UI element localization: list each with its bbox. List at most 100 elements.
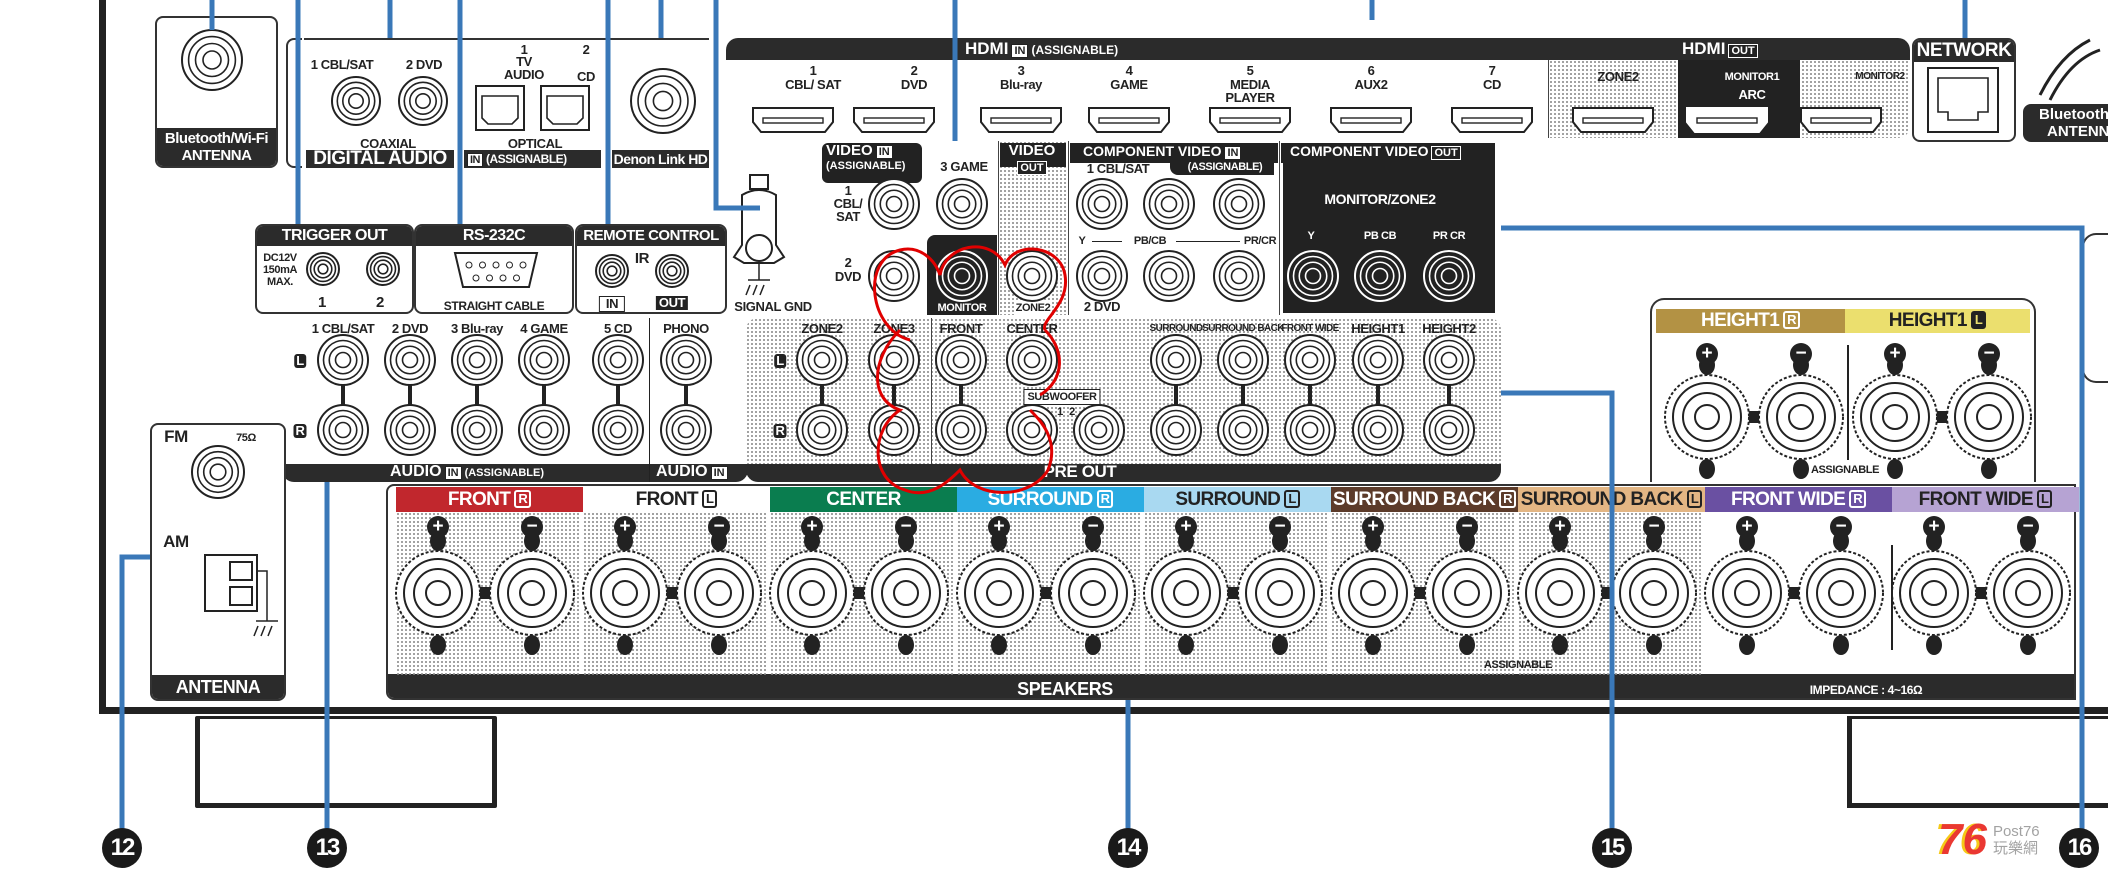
video-in2-label: DVD	[834, 269, 862, 284]
speaker-group-label: FRONT	[447, 489, 511, 510]
audio-in-column-label: 2 DVD	[391, 321, 429, 336]
in-badge: IN	[467, 153, 483, 167]
ground-icon	[745, 262, 770, 296]
speaker-group-area	[396, 512, 579, 676]
speaker-group-header: SURROUND R	[957, 487, 1144, 512]
trigger-port-1: 1	[318, 294, 326, 311]
side-badge: R	[1499, 490, 1516, 508]
video-in1-label-b: SAT	[836, 209, 860, 224]
speaker-group-label: CENTER	[826, 489, 901, 510]
speaker-group-area	[957, 512, 1140, 676]
hdmi-in-port-num: 3	[1017, 63, 1025, 78]
speaker-group-area	[583, 512, 766, 676]
side-badge: L	[1686, 490, 1703, 508]
plus-icon: +	[427, 516, 449, 538]
hdmi-in-title: HDMI IN (ASSIGNABLE)	[965, 39, 1118, 60]
left-foot	[195, 716, 497, 808]
audio-in-column-label: 1 CBL/SAT	[311, 321, 375, 336]
watermark-text: Post76	[1992, 823, 2040, 840]
network-label: NETWORK	[1914, 40, 2014, 62]
pre-out-column-label: ZONE3	[873, 321, 915, 336]
side-badge: L	[1284, 490, 1300, 508]
minus-icon: −	[1830, 516, 1852, 538]
hdmi-in-port-label: GAME	[1110, 77, 1148, 92]
pre-out-column-label: FRONT WIDE	[1281, 323, 1339, 334]
ir-label: IR	[634, 250, 650, 267]
assignable-label: (ASSIGNABLE)	[486, 152, 567, 166]
in-badge: IN	[875, 145, 893, 159]
speaker-group-header: SURROUND BACK R	[1331, 487, 1518, 512]
watermark-text-2: 玩樂網	[1992, 840, 2038, 857]
minus-icon: −	[1978, 343, 2000, 365]
hdmi-in-port-num: 2	[910, 63, 918, 78]
audio-in-footer: AUDIO IN (ASSIGNABLE)	[390, 463, 544, 482]
trigger-spec-2: 150mA	[262, 264, 298, 276]
optical-1-label-b: AUDIO	[504, 67, 544, 82]
callout-15: 15	[1592, 828, 1632, 868]
right-side-panel	[2082, 233, 2108, 383]
speakers-footer: SPEAKERS	[1017, 679, 1113, 699]
minus-icon: −	[708, 516, 730, 538]
fm-ohm-label: 75Ω	[236, 432, 256, 444]
minus-icon: −	[1269, 516, 1291, 538]
minus-icon: −	[521, 516, 543, 538]
component-out-pb: PB CB	[1363, 230, 1397, 242]
speaker-group-header: CENTER	[770, 487, 957, 512]
bt-antenna-label-2: ANTENNA	[181, 147, 252, 164]
component-out-y: Y	[1307, 230, 1315, 242]
audio-in-footer-text: AUDIO	[390, 463, 442, 480]
audio-in-column-label: 4 GAME	[520, 321, 568, 336]
audio-in-column-label: 5 CD	[603, 321, 633, 336]
antenna-panel: ANTENNA	[150, 423, 286, 701]
coax-2-label: 2 DVD	[405, 57, 443, 72]
audio-in-phono-label: PHONO	[663, 321, 709, 336]
assignable-label: (ASSIGNABLE)	[464, 467, 545, 479]
video-out-heading: VIDEO OUT	[1006, 143, 1058, 175]
in-badge: IN	[1224, 146, 1242, 160]
speaker-group-label: SURROUND BACK	[1333, 489, 1496, 510]
component-y-label: Y	[1078, 235, 1086, 247]
assignable-label: (ASSIGNABLE)	[826, 160, 906, 172]
component-in2-label: 2 DVD	[1083, 299, 1121, 314]
plus-icon: +	[801, 516, 823, 538]
video-zone2-label: ZONE2	[1015, 301, 1051, 315]
trigger-port-2: 2	[376, 294, 384, 311]
bt-antenna-right: Bluetooth/Wi-Fi ANTENNA	[2023, 104, 2108, 142]
video-in3-label: 3 GAME	[940, 159, 988, 174]
in-badge: IN	[444, 466, 462, 480]
speaker-group-area	[1144, 512, 1327, 676]
speaker-group-header: SURROUND BACK L	[1518, 487, 1705, 512]
subwoofer-1-label: 1	[1057, 406, 1063, 418]
plus-icon: +	[1923, 516, 1945, 538]
rs232c-note: STRAIGHT CABLE	[443, 299, 545, 313]
component-pr-label: PR/CR	[1243, 235, 1277, 247]
callout-16: 16	[2059, 828, 2099, 868]
hdmi-in-port-num: 4	[1125, 63, 1133, 78]
bt-right-label: Bluetooth/Wi-Fi	[2039, 106, 2108, 123]
digital-audio-title: DIGITAL AUDIO	[306, 149, 454, 168]
component-in-title-text: COMPONENT VIDEO	[1083, 143, 1222, 159]
fm-label: FM	[164, 427, 188, 446]
side-badge: R	[1096, 490, 1114, 508]
chassis-bottom-edge	[99, 707, 2108, 714]
hdmi-out-title-text: HDMI	[1682, 39, 1726, 58]
trigger-spec-3: MAX.	[267, 276, 293, 288]
bt-right-label-2: ANTENNA	[2047, 123, 2108, 140]
speaker-group-label: SURROUND	[987, 489, 1094, 510]
speaker-group-header: FRONT WIDE L	[1892, 487, 2079, 512]
speaker-group-area	[1518, 512, 1701, 676]
watermark: 76 Post76 玩樂網	[1938, 818, 2040, 862]
pre-out-column-label: SURROUND	[1149, 323, 1204, 334]
component-assignable-label: (ASSIGNABLE)	[1187, 161, 1263, 173]
signal-gnd-terminal	[745, 234, 773, 262]
rs232c-title: RS-232C	[416, 226, 572, 246]
hdmi-out-title: HDMI OUT	[1682, 39, 1761, 59]
watermark-logo: 76	[1938, 815, 1987, 864]
plus-icon: +	[1884, 343, 1906, 365]
bt-antenna-panel: Bluetooth/Wi-Fi ANTENNA	[155, 16, 278, 168]
chassis-left-edge	[99, 0, 106, 714]
minus-icon: −	[1790, 343, 1812, 365]
speaker-group-header: FRONT WIDE R	[1705, 487, 1892, 512]
hdmi-in-port-num: 6	[1367, 63, 1375, 78]
optical-2-label: CD	[577, 69, 595, 84]
